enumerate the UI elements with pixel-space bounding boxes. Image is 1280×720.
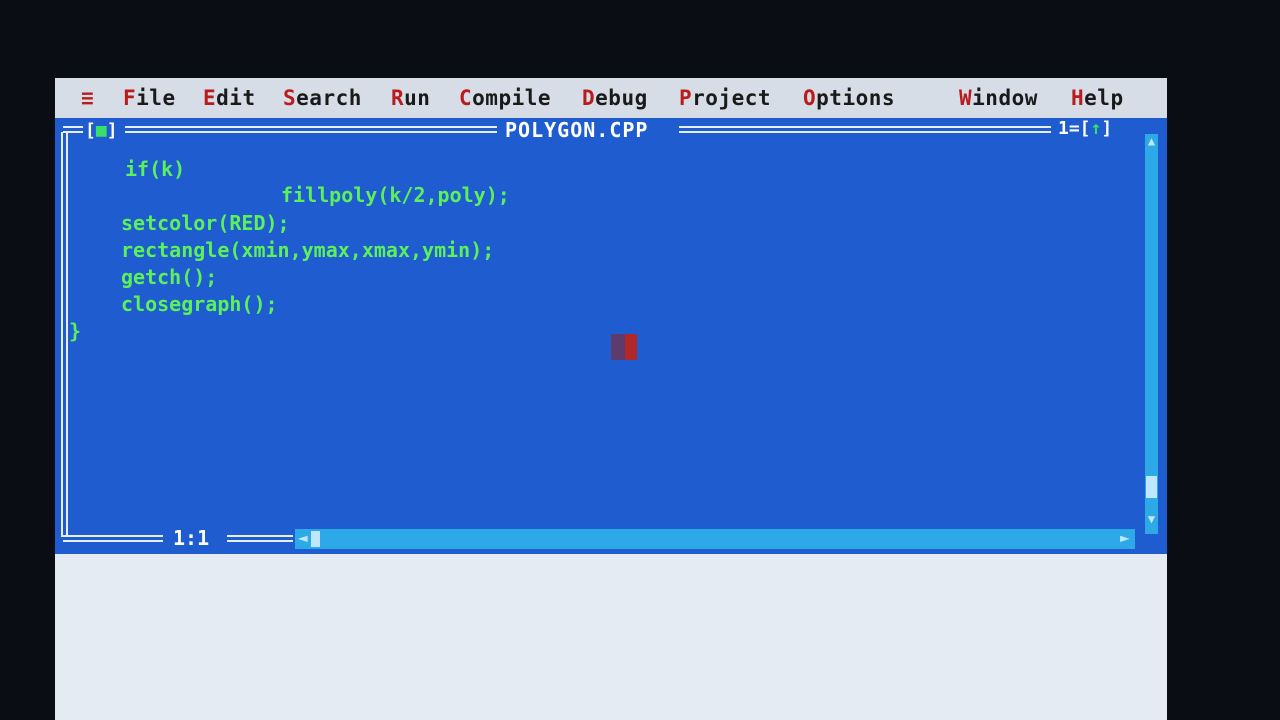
editor-status-bar: 1:1 ◄ ► bbox=[55, 526, 1167, 552]
menu-search[interactable]: Search bbox=[283, 86, 362, 110]
frame-line bbox=[125, 126, 497, 133]
close-box-icon[interactable]: [■] bbox=[85, 120, 118, 141]
ide-screen: ≡ File Edit Search Run Compile Debug Pro… bbox=[55, 78, 1167, 720]
scroll-left-icon[interactable]: ◄ bbox=[298, 528, 308, 547]
menu-help[interactable]: Help bbox=[1071, 86, 1124, 110]
menu-debug[interactable]: Debug bbox=[582, 86, 648, 110]
vertical-scrollbar[interactable] bbox=[1145, 134, 1158, 534]
code-line: setcolor(RED); bbox=[121, 211, 290, 235]
menu-options[interactable]: Options bbox=[803, 86, 895, 110]
cursor-position: 1:1 bbox=[173, 526, 210, 550]
menu-file[interactable]: File bbox=[123, 86, 176, 110]
menu-compile[interactable]: Compile bbox=[459, 86, 551, 110]
code-line: if(k) bbox=[125, 157, 186, 181]
frame-line bbox=[679, 126, 1051, 133]
code-line: fillpoly(k/2,poly); bbox=[281, 183, 510, 207]
vertical-scroll-thumb[interactable] bbox=[1146, 476, 1157, 498]
code-line: closegraph(); bbox=[121, 292, 278, 316]
horizontal-scroll-thumb[interactable] bbox=[311, 531, 320, 547]
scroll-right-icon[interactable]: ► bbox=[1120, 528, 1130, 547]
desktop-background bbox=[55, 554, 1167, 720]
menu-project[interactable]: Project bbox=[679, 86, 771, 110]
code-editor[interactable]: if(k) fillpoly(k/2,poly); setcolor(RED);… bbox=[55, 144, 1135, 524]
code-line: } bbox=[69, 319, 82, 343]
frame-line bbox=[63, 535, 163, 542]
editor-title-bar: [■] POLYGON.CPP 1=[↑] bbox=[55, 118, 1167, 142]
menu-window[interactable]: Window bbox=[959, 86, 1038, 110]
code-line: getch(); bbox=[121, 265, 218, 289]
menu-bar: ≡ File Edit Search Run Compile Debug Pro… bbox=[55, 78, 1167, 118]
mouse-cursor-block bbox=[611, 334, 637, 360]
scroll-up-icon[interactable]: ▲ bbox=[1145, 134, 1158, 148]
horizontal-scrollbar[interactable] bbox=[295, 529, 1135, 549]
menu-run[interactable]: Run bbox=[391, 86, 430, 110]
menu-edit[interactable]: Edit bbox=[203, 86, 256, 110]
zoom-arrow-icon[interactable]: ↑ bbox=[1091, 118, 1102, 139]
frame-line bbox=[227, 535, 293, 542]
scroll-down-icon[interactable]: ▼ bbox=[1145, 512, 1158, 526]
system-menu-icon[interactable]: ≡ bbox=[81, 86, 94, 110]
code-line: rectangle(xmin,ymax,xmax,ymin); bbox=[121, 238, 495, 262]
window-number: 1=[↑] bbox=[1058, 118, 1113, 139]
file-title: POLYGON.CPP bbox=[505, 118, 649, 142]
